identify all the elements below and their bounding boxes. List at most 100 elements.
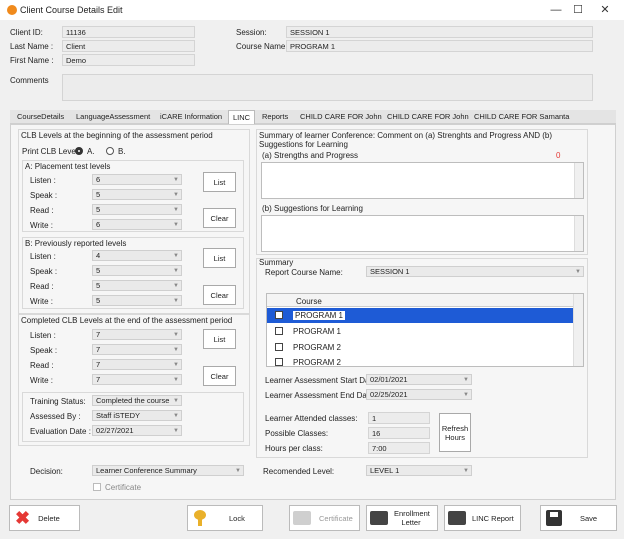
- course-row-1-name: PROGRAM 1: [293, 311, 346, 320]
- recommended-level-label: Recomended Level:: [263, 467, 335, 476]
- placement-clear-button[interactable]: Clear: [203, 208, 236, 228]
- chevron-down-icon: ▼: [173, 283, 179, 289]
- tab-child-care-john-2[interactable]: CHILD CARE FOR John: [383, 110, 473, 124]
- course-column-header: Course: [296, 297, 322, 306]
- printer-icon: [293, 511, 311, 525]
- report-course-value: SESSION 1: [370, 267, 410, 276]
- clb-end-title: Completed CLB Levels at the end of the a…: [21, 316, 233, 325]
- placement-speak-value: 5: [96, 190, 101, 199]
- end-date-picker[interactable]: 02/25/2021 ▼: [366, 389, 472, 400]
- end-speak-select[interactable]: 7 ▼: [92, 344, 182, 355]
- previous-speak-select[interactable]: 5 ▼: [92, 265, 182, 276]
- linc-report-button[interactable]: LINC Report: [444, 505, 521, 531]
- placement-speak-select[interactable]: 5 ▼: [92, 189, 182, 200]
- tab-icare-information[interactable]: iCARE Information: [156, 110, 226, 124]
- chevron-down-icon: ▼: [173, 253, 179, 259]
- previous-write-label: Write :: [30, 297, 53, 306]
- lock-label: Lock: [229, 513, 245, 523]
- lock-button[interactable]: Lock: [187, 505, 263, 531]
- end-list-button[interactable]: List: [203, 329, 236, 349]
- previous-list-button[interactable]: List: [203, 248, 236, 268]
- placement-list-button[interactable]: List: [203, 172, 236, 192]
- course-row-4-checkbox[interactable]: [275, 358, 283, 366]
- decision-label: Decision:: [30, 467, 63, 476]
- comments-field[interactable]: [62, 74, 593, 101]
- first-name-label: First Name :: [10, 56, 54, 65]
- end-speak-label: Speak :: [30, 346, 58, 355]
- end-listen-select[interactable]: 7 ▼: [92, 329, 182, 340]
- window-title: Client Course Details Edit: [20, 5, 123, 15]
- tab-linc[interactable]: LINC: [228, 110, 256, 124]
- evaluation-date-label: Evaluation Date :: [30, 427, 91, 436]
- close-icon[interactable]: ✕: [594, 2, 616, 18]
- recommended-level-select[interactable]: LEVEL 1 ▼: [366, 465, 472, 476]
- possible-field: 16: [368, 427, 430, 439]
- placement-read-select[interactable]: 5 ▼: [92, 204, 182, 215]
- strengths-scrollbar[interactable]: [574, 163, 583, 198]
- suggestions-label: (b) Suggestions for Learning: [262, 204, 363, 213]
- placement-write-select[interactable]: 6 ▼: [92, 219, 182, 230]
- tab-child-care-samanta[interactable]: CHILD CARE FOR Samanta: [470, 110, 573, 124]
- radio-a[interactable]: [75, 147, 83, 155]
- tab-language-assessment[interactable]: LanguageAssessment: [72, 110, 154, 124]
- end-date-label: Learner Assessment End Date:: [265, 391, 376, 400]
- last-name-field: Client: [62, 40, 195, 52]
- minimize-icon[interactable]: —: [545, 2, 567, 18]
- course-name-field: PROGRAM 1: [286, 40, 593, 52]
- chevron-down-icon: ▼: [173, 192, 179, 198]
- possible-label: Possible Classes:: [265, 429, 329, 438]
- course-grid-scrollbar[interactable]: [573, 294, 583, 366]
- evaluation-date-value: 02/27/2021: [96, 426, 134, 435]
- tab-course-details[interactable]: CourseDetails: [13, 110, 68, 124]
- placement-title: A: Placement test levels: [25, 162, 111, 171]
- floppy-disk-icon: [546, 510, 562, 526]
- previous-write-select[interactable]: 5 ▼: [92, 295, 182, 306]
- end-write-select[interactable]: 7 ▼: [92, 374, 182, 385]
- chevron-down-icon: ▼: [173, 207, 179, 213]
- tab-child-care-john-1[interactable]: CHILD CARE FOR John: [296, 110, 386, 124]
- end-write-value: 7: [96, 375, 101, 384]
- decision-select[interactable]: Learner Conference Summary ▼: [92, 465, 244, 476]
- previous-read-select[interactable]: 5 ▼: [92, 280, 182, 291]
- chevron-down-icon: ▼: [173, 332, 179, 338]
- placement-read-value: 5: [96, 205, 101, 214]
- training-status-select[interactable]: Completed the course ▼: [92, 395, 182, 406]
- evaluation-date-select[interactable]: 02/27/2021 ▼: [92, 425, 182, 436]
- course-row-2-checkbox[interactable]: [275, 327, 283, 335]
- chevron-down-icon: ▼: [463, 468, 469, 474]
- previous-listen-select[interactable]: 4 ▼: [92, 250, 182, 261]
- certificate-button[interactable]: Certificate: [289, 505, 360, 531]
- refresh-hours-button[interactable]: Refresh Hours: [439, 413, 471, 452]
- suggestions-textarea[interactable]: [261, 215, 584, 252]
- decision-value: Learner Conference Summary: [96, 466, 197, 475]
- certificate-checkbox[interactable]: [93, 483, 101, 491]
- placement-write-label: Write :: [30, 221, 53, 230]
- strengths-label: (a) Strengths and Progress: [262, 151, 359, 160]
- placement-read-label: Read :: [30, 206, 54, 215]
- course-row-3-checkbox[interactable]: [275, 343, 283, 351]
- comments-label: Comments: [10, 76, 49, 85]
- certificate-label: Certificate: [319, 513, 353, 523]
- end-clear-button[interactable]: Clear: [203, 366, 236, 386]
- assessed-by-select[interactable]: Staff iSTEDY ▼: [92, 410, 182, 421]
- maximize-icon[interactable]: ☐: [567, 2, 589, 18]
- enrollment-letter-button[interactable]: Enrollment Letter: [366, 505, 438, 531]
- chevron-down-icon: ▼: [173, 398, 179, 404]
- strengths-textarea[interactable]: [261, 162, 584, 199]
- report-course-select[interactable]: SESSION 1 ▼: [366, 266, 584, 277]
- suggestions-scrollbar[interactable]: [574, 216, 583, 251]
- end-read-select[interactable]: 7 ▼: [92, 359, 182, 370]
- course-name-label: Course Name:: [236, 42, 288, 51]
- previous-write-value: 5: [96, 296, 101, 305]
- save-button[interactable]: Save: [540, 505, 617, 531]
- delete-button[interactable]: ✖ Delete: [9, 505, 80, 531]
- start-date-picker[interactable]: 02/01/2021 ▼: [366, 374, 472, 385]
- assessed-by-value: Staff iSTEDY: [96, 411, 141, 420]
- course-row-4-name: PROGRAM 2: [293, 358, 342, 367]
- training-status-label: Training Status:: [30, 397, 86, 406]
- tab-reports[interactable]: Reports: [258, 110, 292, 124]
- placement-listen-select[interactable]: 6 ▼: [92, 174, 182, 185]
- radio-b[interactable]: [106, 147, 114, 155]
- course-row-1-checkbox[interactable]: [275, 311, 283, 319]
- previous-clear-button[interactable]: Clear: [203, 285, 236, 305]
